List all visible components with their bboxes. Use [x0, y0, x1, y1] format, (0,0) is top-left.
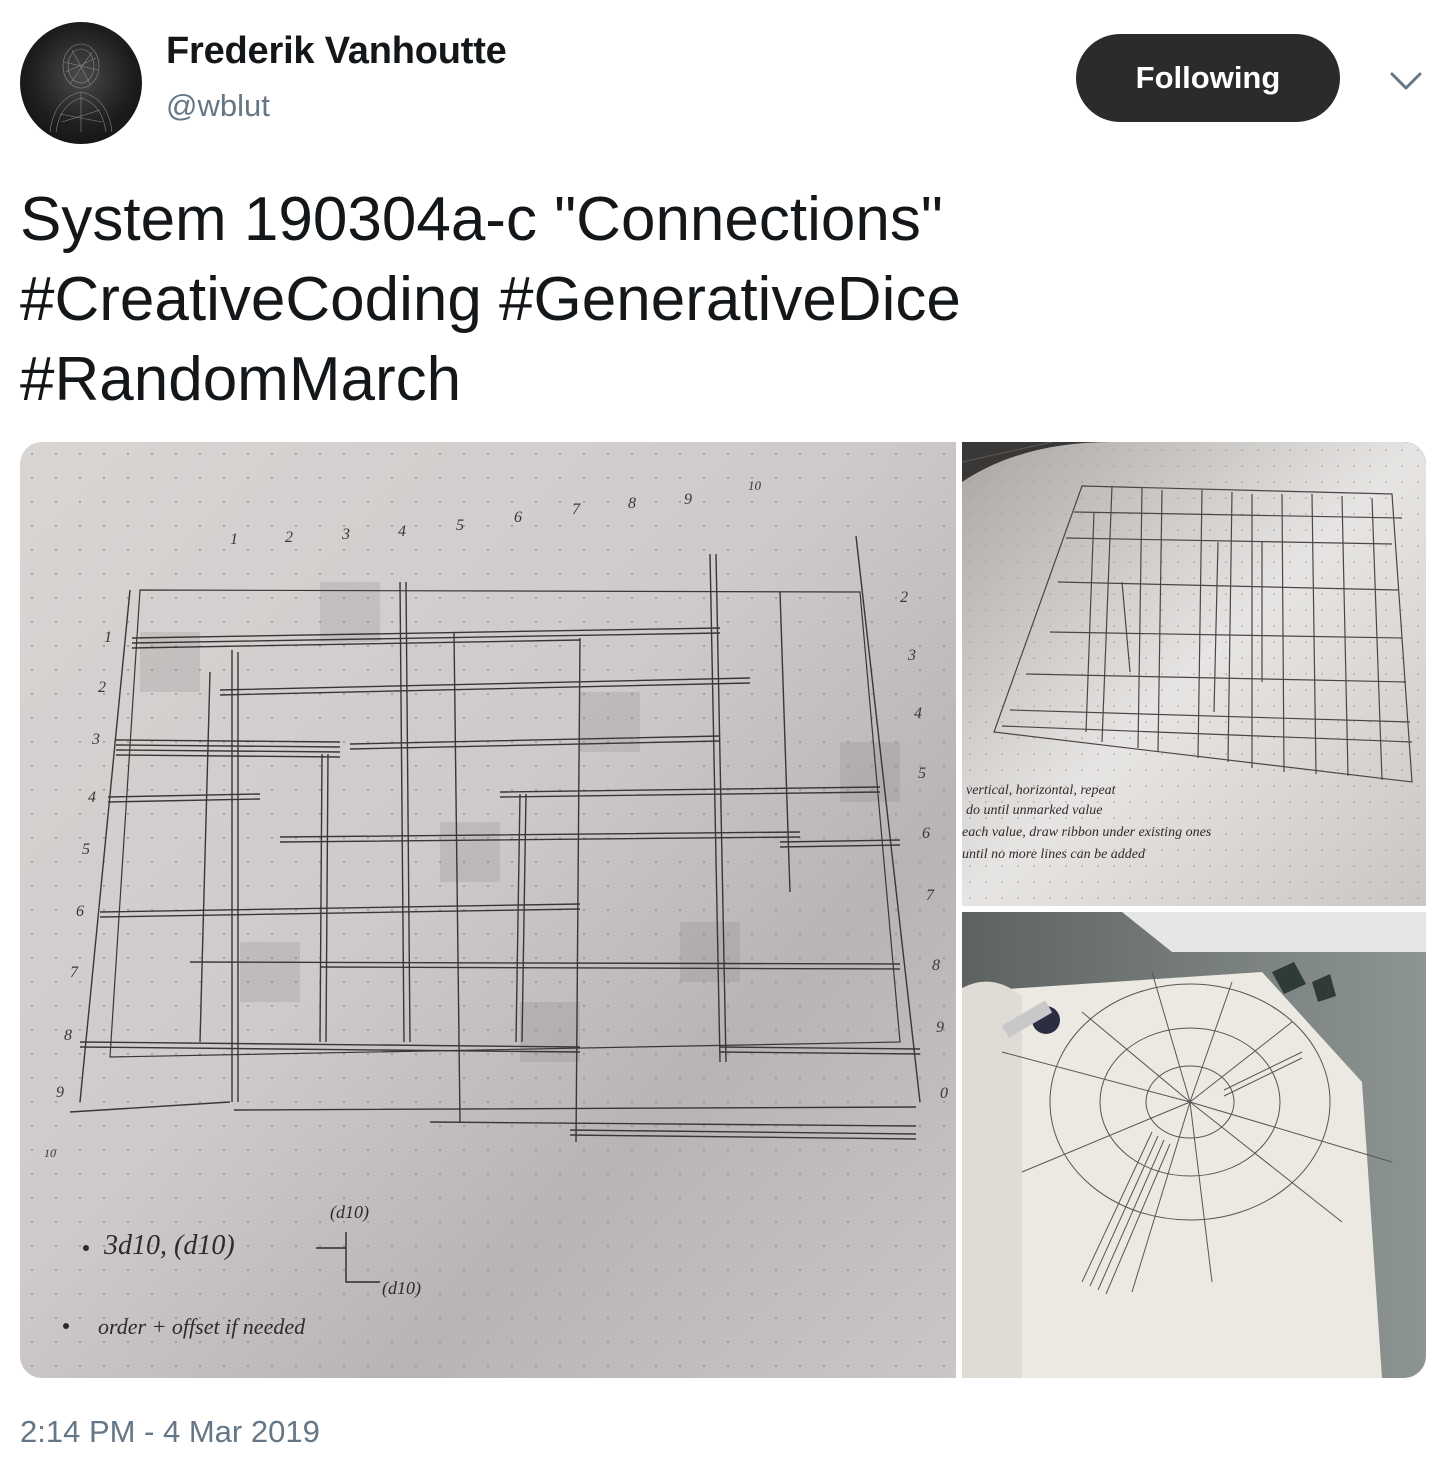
row-number: 4 [88, 789, 96, 806]
row-number: 6 [76, 903, 84, 920]
column-number: 3 [341, 526, 350, 543]
right-number: 0 [940, 1085, 948, 1102]
row-number: 1 [104, 629, 112, 646]
row-number: 2 [98, 679, 106, 696]
portrait-avatar-icon [49, 43, 113, 133]
notebook-note-line: each value, draw ribbon under existing o… [962, 825, 1212, 840]
column-number: 10 [748, 478, 762, 493]
tweet-text: System 190304a-c "Connections" #Creative… [20, 185, 961, 414]
right-number: 7 [926, 887, 935, 904]
media-grid: 1 2 3 4 5 6 7 8 9 10 1 2 3 4 5 6 7 8 9 1… [20, 442, 1426, 1378]
author-display-name[interactable]: Frederik Vanhoutte [166, 30, 507, 73]
column-number: 1 [230, 531, 238, 548]
column-number: 5 [456, 517, 464, 534]
sketch-note-line: order + offset if needed [98, 1314, 306, 1339]
right-number: 2 [900, 589, 908, 606]
row-number: 7 [70, 964, 79, 981]
sketch-note-tag: (d10) [382, 1278, 421, 1299]
chevron-down-icon [1390, 72, 1422, 90]
right-number: 5 [918, 765, 926, 782]
tweet-card: Frederik Vanhoutte @wblut Following Syst… [0, 0, 1440, 1460]
author-avatar[interactable] [20, 22, 142, 144]
column-number: 2 [285, 529, 293, 546]
sketch-note-line: 3d10, (d10) [103, 1230, 235, 1261]
column-number: 8 [628, 495, 636, 512]
tweet-timestamp[interactable]: 2:14 PM - 4 Mar 2019 [20, 1414, 320, 1450]
right-number: 9 [936, 1019, 944, 1036]
right-number: 8 [932, 957, 940, 974]
column-number: 9 [684, 491, 692, 508]
following-button[interactable]: Following [1076, 34, 1340, 122]
author-handle[interactable]: @wblut [166, 88, 270, 124]
notebook-note-line: until no more lines can be added [962, 847, 1146, 862]
right-number: 4 [914, 705, 922, 722]
row-number: 3 [91, 731, 100, 748]
sketch-grid-connections-photo[interactable]: 1 2 3 4 5 6 7 8 9 10 1 2 3 4 5 6 7 8 9 1… [20, 442, 956, 1378]
row-number: 5 [82, 841, 90, 858]
notebook-note-line: do until unmarked value [966, 803, 1102, 818]
row-number: 9 [56, 1084, 64, 1101]
row-number: 10 [44, 1146, 56, 1160]
sketch-note-tag: (d10) [330, 1202, 369, 1223]
column-number: 4 [398, 523, 406, 540]
radial-sketch-with-dice-photo[interactable] [962, 912, 1426, 1378]
column-number: 6 [514, 509, 522, 526]
column-number: 7 [572, 501, 581, 518]
more-options-button[interactable] [1388, 66, 1424, 96]
right-number: 6 [922, 825, 930, 842]
right-number: 3 [907, 647, 916, 664]
notebook-rectangles-photo[interactable]: vertical, horizontal, repeat do until un… [962, 442, 1426, 906]
notebook-note-line: vertical, horizontal, repeat [966, 783, 1117, 798]
row-number: 8 [64, 1027, 72, 1044]
